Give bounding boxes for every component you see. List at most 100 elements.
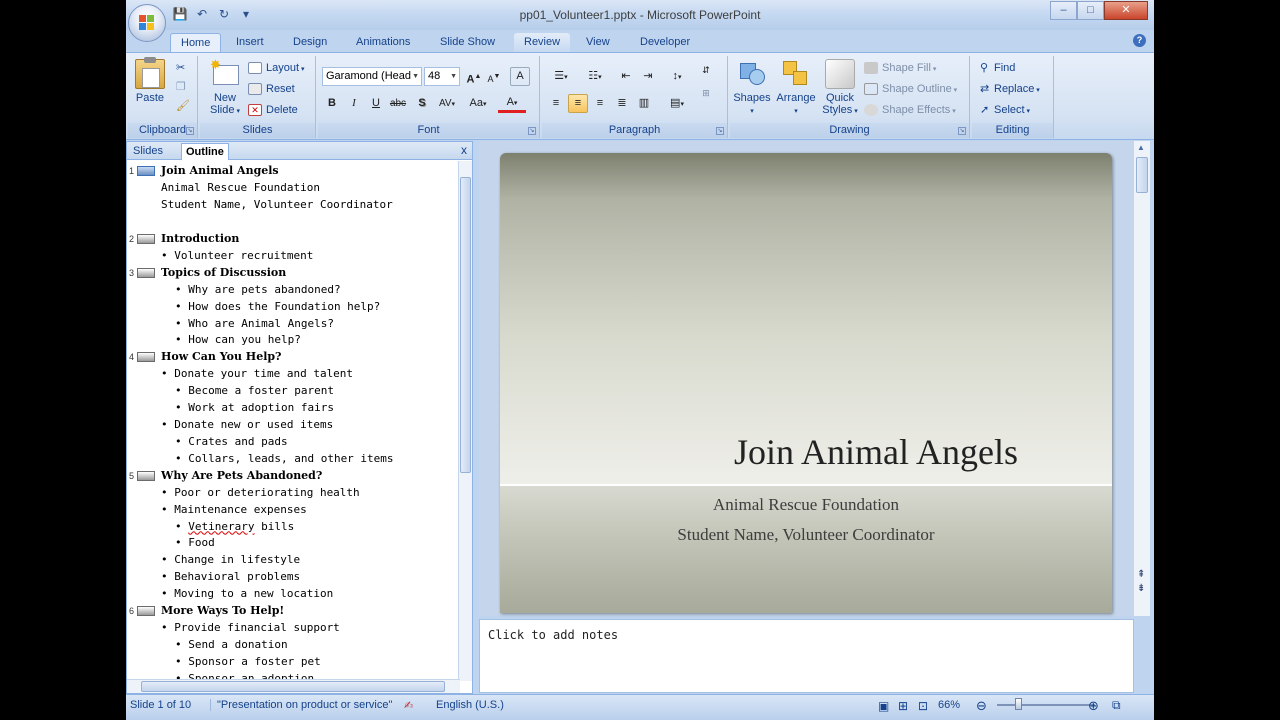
text-direction-icon[interactable]: ⇵	[696, 61, 716, 80]
slide-subtitle-line-2[interactable]: Student Name, Volunteer Coordinator	[500, 525, 1112, 545]
select-button[interactable]: ➚ Select ▾	[980, 101, 1030, 119]
decrease-indent-icon[interactable]: ⇤	[616, 67, 636, 86]
outline-text: • Volunteer recruitment	[161, 248, 314, 262]
columns-icon[interactable]: ▥	[634, 94, 654, 113]
shrink-font-button[interactable]: A▼	[484, 67, 504, 86]
shape-effects-label: Shape Effects	[882, 104, 951, 116]
tab-slides-pane[interactable]: Slides	[129, 143, 167, 160]
outline-view[interactable]: 1 Join Animal Angels Animal Rescue Foundat…	[127, 161, 460, 681]
grow-font-button[interactable]: A▲	[464, 67, 484, 86]
outline-vertical-scrollbar[interactable]	[458, 161, 472, 681]
zoom-in-icon[interactable]: ⊕	[1088, 698, 1099, 714]
language-indicator[interactable]: English (U.S.)	[436, 699, 504, 711]
zoom-slider[interactable]	[997, 704, 1095, 706]
cut-icon[interactable]: ✂	[176, 59, 185, 77]
maximize-button[interactable]: □	[1077, 1, 1104, 20]
tab-design[interactable]: Design	[283, 33, 337, 53]
paste-button[interactable]: Paste	[134, 57, 166, 104]
clipboard-launcher-icon[interactable]: ↘	[186, 127, 194, 135]
outline-hscroll-thumb[interactable]	[141, 681, 445, 692]
align-right-icon[interactable]: ≡	[590, 94, 610, 113]
tab-view[interactable]: View	[576, 33, 620, 53]
smartart-icon[interactable]: ⊞	[696, 84, 716, 103]
tab-review[interactable]: Review	[514, 33, 571, 53]
normal-view-icon[interactable]: ▣	[878, 699, 889, 713]
slide-thumbnail-icon[interactable]	[137, 606, 155, 616]
new-slide-button[interactable]: ✸ New Slide ▾	[206, 58, 244, 118]
shape-outline-button[interactable]: Shape Outline ▾	[864, 80, 957, 98]
tab-outline-pane[interactable]: Outline	[181, 143, 229, 160]
copy-icon[interactable]: ❐	[176, 78, 186, 96]
replace-button[interactable]: ⇄ Replace ▾	[980, 80, 1040, 98]
tab-slide-show[interactable]: Slide Show	[430, 33, 505, 53]
quick-styles-button[interactable]: Quick Styles ▾	[820, 59, 860, 118]
character-spacing-button[interactable]: AV▾	[434, 94, 460, 113]
slide-subtitle-line-1[interactable]: Animal Rescue Foundation	[500, 495, 1112, 515]
zoom-out-icon[interactable]: ⊖	[976, 698, 987, 714]
office-button[interactable]	[128, 4, 166, 42]
arrange-button[interactable]: Arrange ▾	[774, 59, 818, 118]
font-size-select[interactable]: 48 ▼	[424, 67, 460, 86]
outline-text: • Work at adoption fairs	[175, 401, 334, 415]
notes-pane[interactable]: Click to add notes	[479, 619, 1134, 693]
slide-title[interactable]: Join Animal Angels	[500, 431, 1112, 473]
outline-scroll-thumb[interactable]	[460, 177, 471, 473]
zoom-slider-thumb[interactable]	[1015, 698, 1022, 710]
shapes-button[interactable]: Shapes ▾	[732, 59, 772, 118]
slide-canvas[interactable]: Join Animal Angels Animal Rescue Foundat…	[500, 153, 1112, 613]
slide-scroll-thumb[interactable]	[1136, 157, 1148, 193]
delete-slide-button[interactable]: ✕ Delete	[248, 101, 298, 119]
fit-to-window-icon[interactable]: ⧉	[1112, 698, 1121, 713]
slide-thumbnail-icon[interactable]	[137, 166, 155, 176]
character-spacing-label: AV	[438, 98, 452, 109]
font-name-select[interactable]: Garamond (Head ▼	[322, 67, 422, 86]
next-slide-icon[interactable]: ⇟	[1137, 584, 1145, 594]
close-pane-icon[interactable]: x	[461, 143, 467, 157]
slide-show-icon[interactable]: ⊡	[918, 699, 928, 713]
scroll-up-icon[interactable]: ▲	[1137, 143, 1145, 152]
italic-button[interactable]: I	[344, 94, 364, 113]
minimize-button[interactable]: –	[1050, 1, 1077, 20]
numbering-button[interactable]: ☷▾	[580, 67, 610, 86]
font-color-button[interactable]: A▾	[498, 94, 526, 113]
slide-sorter-icon[interactable]: ⊞	[898, 699, 908, 713]
slide-thumbnail-icon[interactable]	[137, 233, 155, 244]
font-launcher-icon[interactable]: ↘	[528, 127, 536, 135]
find-button[interactable]: ⚲ Find	[980, 59, 1015, 77]
spelling-check-icon[interactable]: ✍	[404, 699, 413, 712]
change-case-button[interactable]: Aa▾	[464, 94, 492, 113]
slide-thumbnail-icon[interactable]	[137, 352, 155, 363]
shape-effects-button[interactable]: Shape Effects ▾	[864, 101, 956, 119]
text-shadow-button[interactable]: S	[412, 94, 432, 113]
bold-button[interactable]: B	[322, 94, 342, 113]
slide-vertical-scrollbar[interactable]: ▲ ⇞ ⇟	[1133, 141, 1150, 616]
slide-thumbnail-icon[interactable]	[137, 470, 155, 481]
tab-developer[interactable]: Developer	[630, 33, 700, 53]
underline-button[interactable]: U	[366, 94, 386, 113]
line-spacing-button[interactable]: ↕▾	[662, 67, 692, 86]
reset-button[interactable]: Reset	[248, 80, 295, 98]
paragraph-launcher-icon[interactable]: ↘	[716, 127, 724, 135]
zoom-level[interactable]: 66%	[938, 699, 960, 711]
format-painter-icon[interactable]: 🖌	[176, 97, 190, 115]
layout-button[interactable]: Layout ▾	[248, 59, 305, 77]
help-icon[interactable]: ?	[1133, 34, 1146, 47]
shape-fill-button[interactable]: Shape Fill ▾	[864, 59, 936, 77]
clear-formatting-button[interactable]: A	[510, 67, 530, 86]
align-text-button[interactable]: ▤▾	[662, 94, 692, 113]
outline-horizontal-scrollbar[interactable]	[127, 679, 460, 693]
tab-home[interactable]: Home	[170, 33, 222, 53]
increase-indent-icon[interactable]: ⇥	[638, 67, 658, 86]
strikethrough-button[interactable]: abc	[388, 94, 408, 113]
tab-animations[interactable]: Animations	[346, 33, 420, 53]
tab-insert[interactable]: Insert	[226, 33, 274, 53]
align-left-icon[interactable]: ≡	[546, 94, 566, 113]
close-button[interactable]: ✕	[1104, 1, 1148, 20]
justify-icon[interactable]: ≣	[612, 94, 632, 113]
slide-thumbnail-icon[interactable]	[137, 267, 155, 278]
previous-slide-icon[interactable]: ⇞	[1137, 570, 1145, 580]
bullets-button[interactable]: ☰▾	[546, 67, 576, 86]
outline-text: • Donate new or used items	[161, 418, 334, 431]
drawing-launcher-icon[interactable]: ↘	[958, 127, 966, 135]
align-center-icon[interactable]: ≡	[568, 94, 588, 113]
